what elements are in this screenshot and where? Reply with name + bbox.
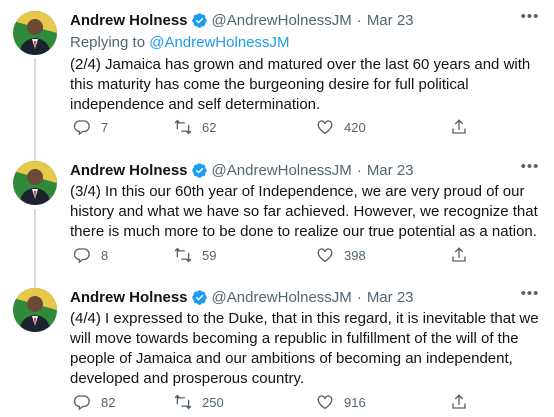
share-icon: [452, 119, 466, 134]
tweet-actions: 82 250 916: [70, 392, 540, 412]
tweet-actions: 7 62 420: [70, 117, 540, 137]
more-icon[interactable]: •••: [520, 159, 540, 180]
share-icon: [452, 394, 466, 409]
tweet[interactable]: Andrew Holness @AndrewHolnessJM · Mar 23…: [0, 277, 554, 417]
author-handle[interactable]: @AndrewHolnessJM: [212, 289, 352, 306]
reply-icon: [73, 395, 90, 411]
tweet-header: Andrew Holness @AndrewHolnessJM · Mar 23: [70, 287, 540, 307]
like-count: 916: [344, 394, 366, 410]
like-button[interactable]: 420: [316, 118, 366, 136]
tweet-date[interactable]: Mar 23: [367, 289, 414, 306]
separator-dot: ·: [356, 161, 362, 179]
tweet-date[interactable]: Mar 23: [367, 162, 414, 179]
retweet-icon: [174, 394, 192, 410]
avatar[interactable]: [13, 11, 57, 55]
retweet-button[interactable]: 250: [174, 393, 224, 411]
separator-dot: ·: [356, 288, 362, 306]
like-count: 420: [344, 119, 366, 135]
tweet-thread: Andrew Holness @AndrewHolnessJM · Mar 23…: [0, 0, 554, 417]
tweet-header: Andrew Holness @AndrewHolnessJM · Mar 23: [70, 160, 540, 180]
tweet-header: Andrew Holness @AndrewHolnessJM · Mar 23: [70, 10, 540, 30]
tweet-date[interactable]: Mar 23: [367, 12, 414, 29]
author-name[interactable]: Andrew Holness: [70, 12, 188, 29]
replying-to-label: Replying to: [70, 34, 150, 51]
reply-count: 7: [101, 119, 109, 135]
retweet-count: 59: [202, 247, 217, 263]
share-button[interactable]: [450, 393, 468, 411]
verified-badge-icon: [191, 162, 208, 179]
reply-count: 8: [101, 247, 109, 263]
author-name[interactable]: Andrew Holness: [70, 289, 188, 306]
reply-icon: [73, 248, 90, 264]
avatar[interactable]: [13, 288, 57, 332]
retweet-button[interactable]: 62: [174, 118, 216, 136]
tweet-text: (4/4) I expressed to the Duke, that in t…: [70, 310, 539, 387]
heart-icon: [317, 395, 333, 410]
like-count: 398: [344, 247, 366, 263]
retweet-icon: [174, 119, 192, 135]
author-handle[interactable]: @AndrewHolnessJM: [212, 12, 352, 29]
heart-icon: [317, 120, 333, 135]
reply-count: 82: [101, 394, 116, 410]
tweet[interactable]: Andrew Holness @AndrewHolnessJM · Mar 23…: [0, 0, 554, 150]
avatar[interactable]: [13, 161, 57, 205]
tweet-text: (2/4) Jamaica has grown and matured over…: [70, 56, 531, 113]
retweet-count: 250: [202, 394, 224, 410]
author-name[interactable]: Andrew Holness: [70, 162, 188, 179]
retweet-icon: [174, 247, 192, 263]
reply-button[interactable]: 7: [73, 118, 108, 136]
tweet-text: (3/4) In this our 60th year of Independe…: [70, 183, 538, 240]
author-handle[interactable]: @AndrewHolnessJM: [212, 162, 352, 179]
reply-icon: [73, 120, 90, 136]
tweet[interactable]: Andrew Holness @AndrewHolnessJM · Mar 23…: [0, 150, 554, 277]
reply-button[interactable]: 8: [73, 246, 108, 264]
more-icon[interactable]: •••: [520, 9, 540, 30]
share-icon: [452, 247, 466, 262]
more-icon[interactable]: •••: [520, 286, 540, 307]
separator-dot: ·: [356, 11, 362, 29]
retweet-count: 62: [202, 119, 217, 135]
tweet-actions: 8 59 398: [70, 245, 540, 265]
share-button[interactable]: [450, 246, 468, 264]
replying-to: Replying to @AndrewHolnessJM: [70, 33, 540, 53]
replying-to-link[interactable]: @AndrewHolnessJM: [149, 34, 289, 51]
share-button[interactable]: [450, 118, 468, 136]
heart-icon: [317, 248, 333, 263]
retweet-button[interactable]: 59: [174, 246, 216, 264]
verified-badge-icon: [191, 289, 208, 306]
like-button[interactable]: 398: [316, 246, 366, 264]
like-button[interactable]: 916: [316, 393, 366, 411]
reply-button[interactable]: 82: [73, 393, 115, 411]
verified-badge-icon: [191, 12, 208, 29]
